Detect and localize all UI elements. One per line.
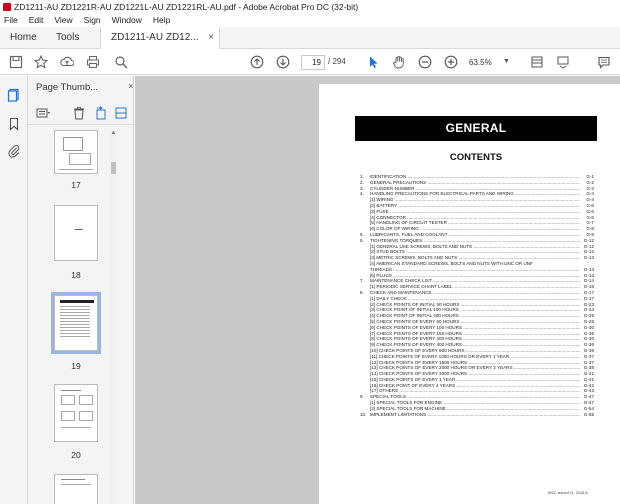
thumbnail-label: 20 [71,450,81,460]
zoom-in-icon[interactable] [444,55,458,69]
menu-bar: File Edit View Sign Window Help [0,14,620,27]
window-titlebar: ZD1211-AU ZD1221R-AU ZD1221L-AU ZD1221RL… [0,0,620,14]
search-zoom-icon[interactable] [114,55,128,69]
window-title: ZD1211-AU ZD1221R-AU ZD1221L-AU ZD1221RL… [14,2,359,12]
attachments-icon[interactable] [7,144,21,158]
table-of-contents: 1.IDENTIFICATIONG-12.GENERAL PRECAUTIONS… [360,174,594,418]
save-icon[interactable] [9,55,23,69]
print-icon[interactable] [86,55,100,69]
tab-home[interactable]: Home [0,27,46,49]
thumbnail-label: 17 [71,180,81,190]
tab-tools[interactable]: Tools [46,27,100,49]
delete-page-icon[interactable] [72,106,86,120]
page-layout-icon[interactable] [530,55,544,69]
tab-close-icon[interactable]: × [208,27,214,49]
section-heading: GENERAL [355,116,597,141]
navigation-rail [0,76,28,504]
hand-tool-icon[interactable] [392,55,406,69]
panel-toolbar [32,104,130,122]
toc-entry-title: IMPLEMENT LIMITATIONS [370,412,580,418]
rotate-page-icon[interactable] [94,106,108,120]
page-thumbnails-icon[interactable] [7,88,21,102]
thumbnail-page-18[interactable] [54,205,98,261]
tab-document-label: ZD1211-AU ZD12... [111,32,199,43]
panel-divider [28,124,134,125]
thumbnail-label: 18 [71,270,81,280]
thumbnail-page-20[interactable] [54,384,98,442]
previous-page-icon[interactable] [250,55,264,69]
comment-icon[interactable] [597,55,611,69]
panel-close-icon[interactable]: × [128,81,133,91]
zoom-level-select[interactable]: 63.5% [469,55,507,70]
toc-entry-page: G-55 [580,411,594,418]
tab-document[interactable]: ZD1211-AU ZD12... × [100,27,220,49]
menu-file[interactable]: File [4,14,18,27]
thumbnail-page-21[interactable] [54,474,98,504]
thumbnail-label: 19 [71,361,81,371]
thumbnail-scrollbar[interactable]: ▲ [110,130,117,504]
menu-window[interactable]: Window [112,14,142,27]
next-page-icon[interactable] [276,55,290,69]
bookmarks-icon[interactable] [7,117,21,131]
scroll-up-icon[interactable]: ▲ [110,130,117,138]
menu-edit[interactable]: Edit [29,14,44,27]
zoom-out-icon[interactable] [418,55,432,69]
bookmark-star-icon[interactable] [34,55,48,69]
page-total: / 294 [328,57,346,66]
menu-view[interactable]: View [54,14,72,27]
panel-title: Page Thumb... [36,82,99,93]
page-footer: KiSC issued 11, 2016 A [548,491,588,495]
tab-bar: Home Tools ZD1211-AU ZD12... × [0,27,620,49]
options-menu-icon[interactable] [36,106,50,120]
thumbnail-page-17[interactable] [54,130,98,174]
thumbnail-page-19[interactable] [51,292,101,354]
page-number-input[interactable]: 19 [301,55,325,70]
select-cursor-icon[interactable] [366,55,380,69]
more-tools-icon[interactable] [556,55,570,69]
menu-sign[interactable]: Sign [84,14,101,27]
acrobat-icon [3,3,11,11]
scrollbar-thumb[interactable] [111,162,116,174]
extract-page-icon[interactable] [114,106,128,120]
toc-entry-number: 10. [360,411,367,417]
menu-help[interactable]: Help [153,14,170,27]
toc-entry[interactable]: 10.IMPLEMENT LIMITATIONSG-55 [360,411,594,418]
cloud-upload-icon[interactable] [60,55,74,69]
contents-title: CONTENTS [449,152,503,163]
zoom-chevron-down-icon[interactable]: ▼ [503,58,510,65]
